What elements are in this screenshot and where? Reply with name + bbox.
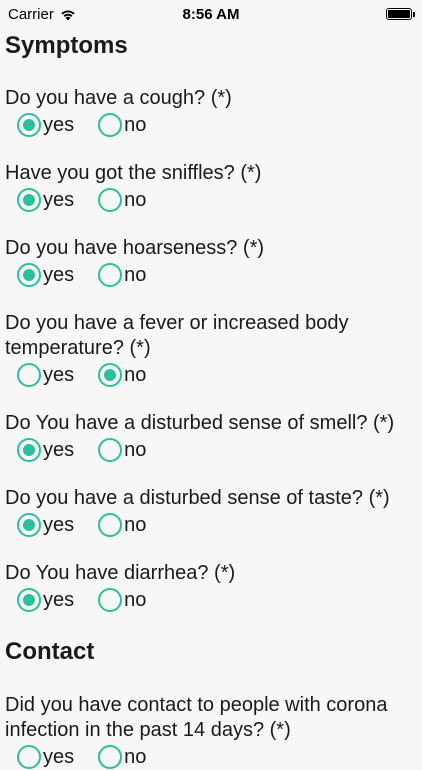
question-item: Do You have diarrhea? (*) yes no: [5, 561, 417, 613]
radio-selected-dot: [23, 269, 35, 281]
radio-button-yes[interactable]: [17, 438, 41, 462]
radio-group: yes no: [17, 512, 417, 538]
radio-label-no: no: [124, 438, 147, 461]
radio-label-yes: yes: [43, 188, 75, 211]
radio-selected-dot: [23, 194, 35, 206]
form-content: Symptoms: [0, 30, 422, 62]
radio-label-no: no: [124, 188, 147, 211]
question-item: Do You have a disturbed sense of smell? …: [5, 411, 417, 463]
radio-selected-dot: [23, 119, 35, 131]
radio-group: yes no: [17, 262, 417, 288]
radio-button-no[interactable]: [98, 588, 123, 612]
radio-label-no: no: [124, 113, 147, 136]
clock: 8:56 AM: [182, 6, 240, 23]
radio-option-yes[interactable]: yes: [17, 188, 74, 212]
radio-label-yes: yes: [43, 513, 75, 536]
radio-option-yes[interactable]: yes: [17, 513, 74, 537]
radio-button-no[interactable]: [98, 745, 123, 769]
radio-group: yes no: [17, 187, 417, 213]
radio-button-no[interactable]: [98, 363, 123, 387]
radio-group: yes no: [17, 112, 417, 138]
radio-group: yes no: [17, 437, 417, 463]
question-item: Do you have a fever or increased body te…: [5, 311, 417, 388]
question-item: Do you have hoarseness? (*) yes no: [5, 236, 417, 288]
question-item: Did you have contact to people with coro…: [5, 693, 417, 770]
radio-option-yes[interactable]: yes: [17, 438, 74, 462]
radio-label-no: no: [124, 363, 147, 386]
radio-button-no[interactable]: [98, 113, 123, 137]
radio-option-no[interactable]: no: [98, 513, 146, 537]
question-text: Do you have a cough? (*): [5, 87, 232, 109]
radio-label-no: no: [124, 513, 147, 536]
battery-icon: [386, 8, 415, 20]
radio-button-yes[interactable]: [17, 113, 41, 137]
radio-label-no: no: [124, 263, 147, 286]
question-item: Do you have a disturbed sense of taste? …: [5, 486, 417, 538]
radio-button-no[interactable]: [98, 438, 123, 462]
radio-group: yes no: [17, 587, 417, 613]
radio-label-yes: yes: [43, 263, 75, 286]
question-item: Have you got the sniffles? (*) yes no: [5, 161, 417, 213]
radio-option-yes[interactable]: yes: [17, 113, 74, 137]
section-title-contact: Contact: [5, 638, 95, 665]
radio-button-no[interactable]: [98, 263, 123, 287]
question-text: Do you have a fever or increased body te…: [5, 312, 349, 359]
radio-button-yes[interactable]: [17, 263, 41, 287]
radio-option-no[interactable]: no: [98, 363, 146, 387]
question-text: Do You have a disturbed sense of smell? …: [5, 412, 395, 434]
radio-label-yes: yes: [43, 363, 75, 386]
radio-option-no[interactable]: no: [98, 745, 146, 769]
section-title-symptoms: Symptoms: [5, 32, 128, 59]
radio-group: yes no: [17, 744, 417, 770]
radio-option-no[interactable]: no: [98, 588, 146, 612]
status-bar: Carrier 8:56 AM: [0, 0, 422, 30]
radio-button-yes[interactable]: [17, 745, 41, 769]
radio-label-yes: yes: [43, 745, 75, 768]
radio-option-yes[interactable]: yes: [17, 588, 74, 612]
radio-label-no: no: [124, 745, 147, 768]
radio-button-no[interactable]: [98, 513, 123, 537]
radio-button-yes[interactable]: [17, 513, 41, 537]
question-item: Do you have a cough? (*) yes no: [5, 86, 417, 138]
radio-selected-dot: [23, 594, 35, 606]
radio-option-no[interactable]: no: [98, 113, 146, 137]
radio-option-yes[interactable]: yes: [17, 745, 74, 769]
radio-selected-dot: [23, 519, 35, 531]
radio-label-yes: yes: [43, 113, 75, 136]
radio-option-no[interactable]: no: [98, 188, 146, 212]
radio-label-yes: yes: [43, 588, 75, 611]
radio-selected-dot: [104, 369, 117, 381]
radio-button-no[interactable]: [98, 188, 123, 212]
radio-button-yes[interactable]: [17, 188, 41, 212]
radio-option-yes[interactable]: yes: [17, 363, 74, 387]
radio-button-yes[interactable]: [17, 363, 41, 387]
radio-option-no[interactable]: no: [98, 438, 146, 462]
radio-selected-dot: [23, 444, 35, 456]
radio-button-yes[interactable]: [17, 588, 41, 612]
radio-label-no: no: [124, 588, 147, 611]
radio-option-no[interactable]: no: [98, 263, 146, 287]
radio-label-yes: yes: [43, 438, 75, 461]
question-text: Do you have a disturbed sense of taste? …: [5, 487, 390, 509]
question-text: Do you have hoarseness? (*): [5, 237, 265, 259]
radio-option-yes[interactable]: yes: [17, 263, 74, 287]
battery-level: [388, 10, 410, 18]
radio-group: yes no: [17, 362, 417, 388]
question-text: Did you have contact to people with coro…: [5, 694, 388, 741]
question-text: Do You have diarrhea? (*): [5, 562, 236, 584]
question-text: Have you got the sniffles? (*): [5, 162, 262, 184]
